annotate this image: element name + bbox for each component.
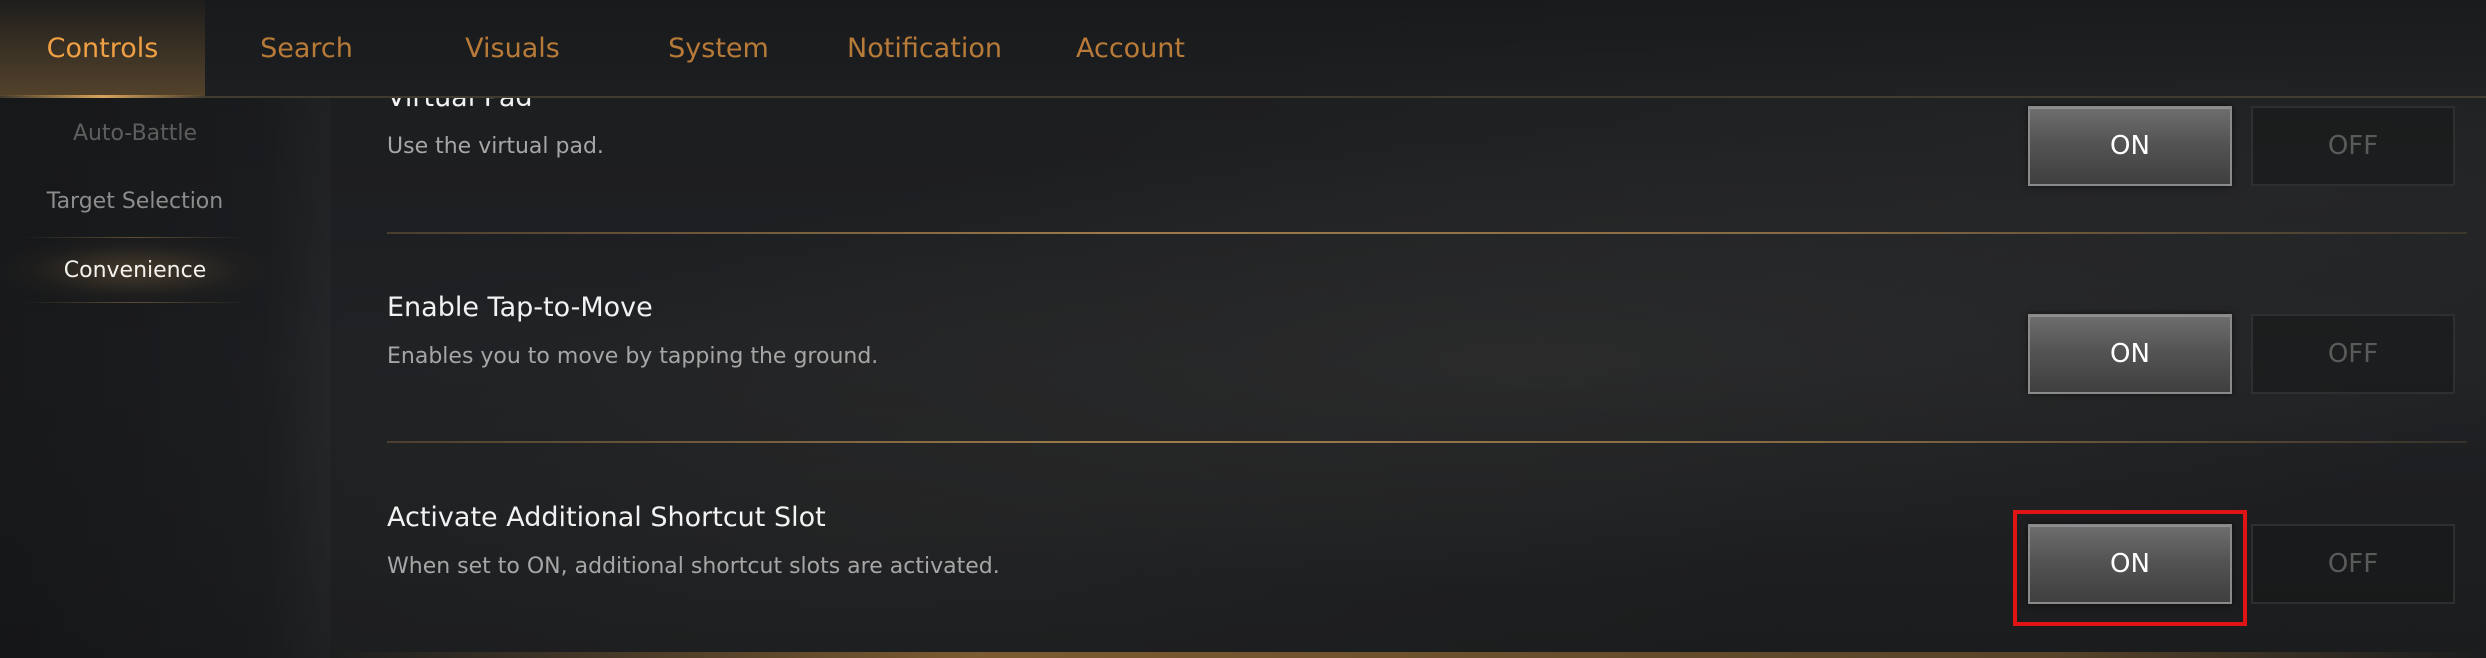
- setting-description: When set to ON, additional shortcut slot…: [387, 554, 1000, 579]
- tab-system[interactable]: System: [616, 0, 821, 96]
- tab-account[interactable]: Account: [1028, 0, 1233, 96]
- setting-description: Enables you to move by tapping the groun…: [387, 344, 879, 369]
- tab-visuals[interactable]: Visuals: [410, 0, 615, 96]
- shortcut-slot-on-button[interactable]: ON: [2028, 524, 2232, 604]
- setting-title: Activate Additional Shortcut Slot: [387, 502, 826, 533]
- setting-row-tap-to-move: Enable Tap-to-Move Enables you to move b…: [330, 210, 2486, 443]
- virtual-pad-on-button[interactable]: ON: [2028, 106, 2232, 186]
- settings-screen: Controls Search Visuals System Notificat…: [0, 0, 2486, 658]
- sidebar-item-auto-battle[interactable]: Auto-Battle: [0, 98, 270, 168]
- setting-title: Virtual Pad: [387, 98, 533, 113]
- settings-list[interactable]: Virtual Pad Use the virtual pad. ON OFF …: [330, 98, 2486, 658]
- shortcut-slot-off-button[interactable]: OFF: [2251, 524, 2455, 604]
- top-tab-bar: Controls Search Visuals System Notificat…: [0, 0, 2486, 98]
- bottom-divider: [330, 652, 2486, 658]
- setting-row-additional-shortcut-slot: Activate Additional Shortcut Slot When s…: [330, 418, 2486, 626]
- setting-description: Use the virtual pad.: [387, 134, 604, 159]
- tab-notification[interactable]: Notification: [822, 0, 1027, 96]
- tab-controls[interactable]: Controls: [0, 0, 205, 98]
- setting-title: Enable Tap-to-Move: [387, 292, 653, 323]
- tap-to-move-off-button[interactable]: OFF: [2251, 314, 2455, 394]
- sidebar-item-target-selection[interactable]: Target Selection: [0, 168, 270, 234]
- tap-to-move-on-button[interactable]: ON: [2028, 314, 2232, 394]
- sidebar-item-convenience[interactable]: Convenience: [0, 237, 270, 303]
- tab-search[interactable]: Search: [204, 0, 409, 96]
- sidebar: Auto-Battle Target Selection Convenience: [0, 98, 330, 658]
- virtual-pad-off-button[interactable]: OFF: [2251, 106, 2455, 186]
- setting-row-virtual-pad: Virtual Pad Use the virtual pad. ON OFF: [330, 98, 2486, 234]
